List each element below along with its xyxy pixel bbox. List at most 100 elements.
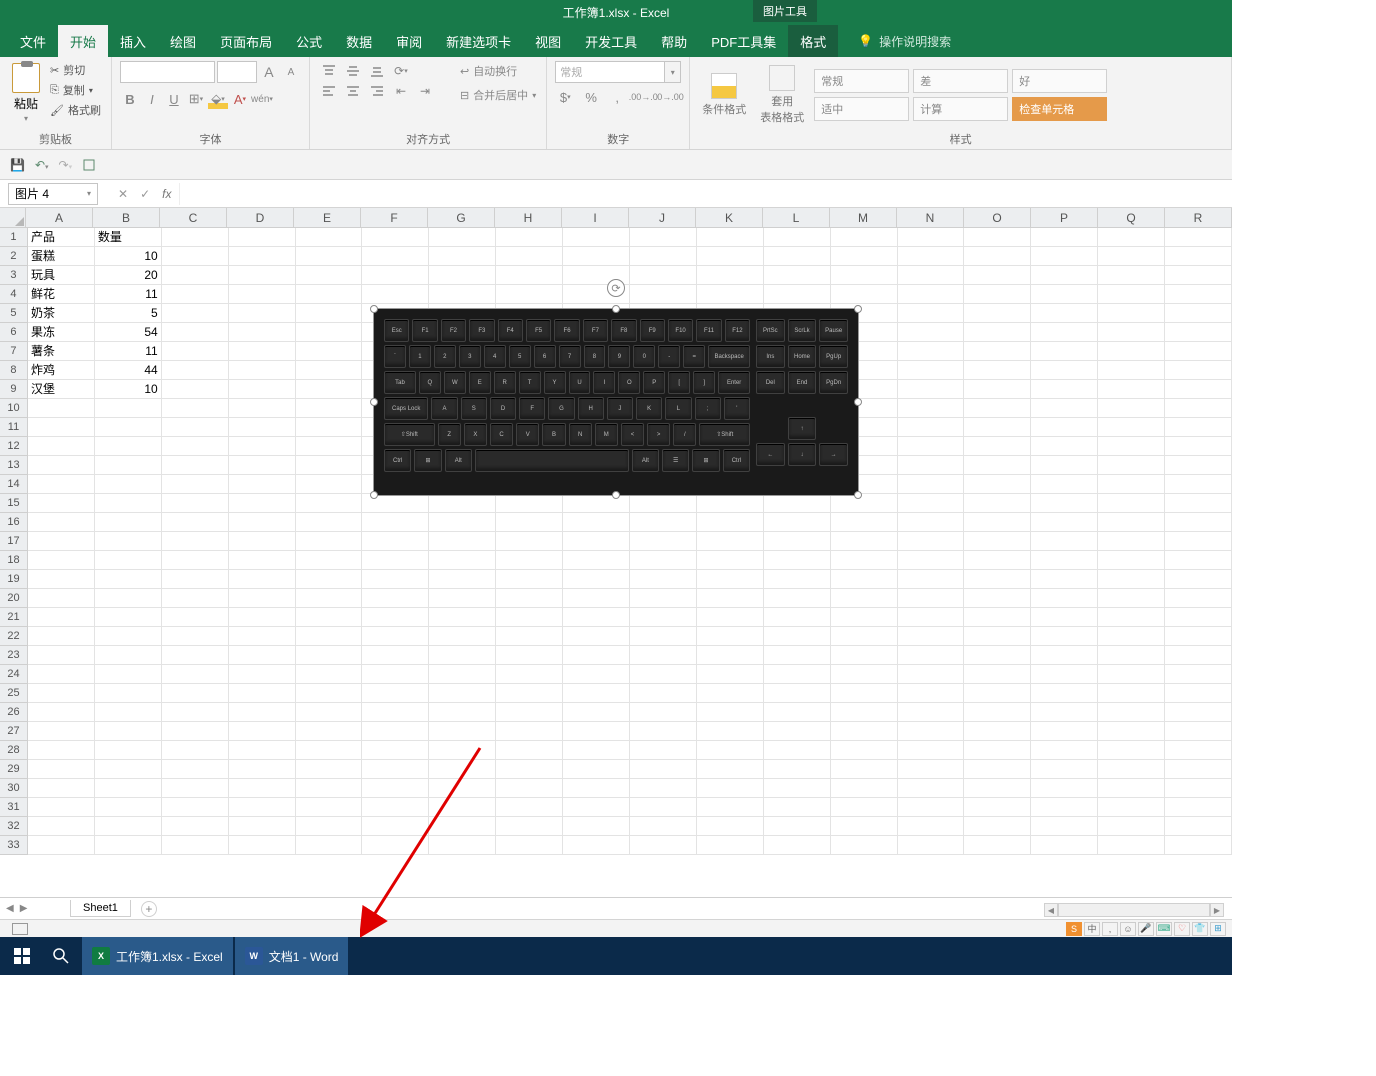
row-header[interactable]: 7 bbox=[0, 342, 28, 361]
cell[interactable] bbox=[1031, 494, 1098, 513]
grow-font-button[interactable]: A bbox=[259, 62, 279, 82]
chevron-down-icon[interactable]: ▾ bbox=[665, 61, 681, 83]
cell[interactable] bbox=[95, 684, 162, 703]
cell[interactable] bbox=[764, 551, 831, 570]
cell[interactable] bbox=[697, 247, 764, 266]
cell[interactable] bbox=[296, 665, 363, 684]
cell[interactable] bbox=[362, 247, 429, 266]
row-header[interactable]: 23 bbox=[0, 646, 28, 665]
cell[interactable] bbox=[898, 494, 965, 513]
cell[interactable] bbox=[697, 266, 764, 285]
cell[interactable] bbox=[1098, 304, 1165, 323]
cell[interactable] bbox=[162, 665, 229, 684]
cell[interactable] bbox=[563, 570, 630, 589]
cell[interactable]: 11 bbox=[95, 342, 162, 361]
cell[interactable] bbox=[563, 247, 630, 266]
cell[interactable] bbox=[162, 703, 229, 722]
cell[interactable] bbox=[964, 513, 1031, 532]
cell[interactable] bbox=[162, 684, 229, 703]
row-header[interactable]: 8 bbox=[0, 361, 28, 380]
cell[interactable] bbox=[296, 551, 363, 570]
italic-button[interactable]: I bbox=[142, 89, 162, 109]
cell[interactable] bbox=[95, 665, 162, 684]
cancel-formula-button[interactable]: ✕ bbox=[118, 187, 128, 201]
cell[interactable] bbox=[296, 798, 363, 817]
cell[interactable] bbox=[162, 285, 229, 304]
cell[interactable] bbox=[697, 285, 764, 304]
cell[interactable] bbox=[229, 380, 296, 399]
cell[interactable] bbox=[229, 228, 296, 247]
cell[interactable] bbox=[898, 760, 965, 779]
cell[interactable] bbox=[296, 285, 363, 304]
row-header[interactable]: 32 bbox=[0, 817, 28, 836]
cell[interactable] bbox=[1098, 475, 1165, 494]
cell[interactable]: 玩具 bbox=[28, 266, 95, 285]
row-header[interactable]: 18 bbox=[0, 551, 28, 570]
wrap-text-button[interactable]: ↩自动换行 bbox=[458, 61, 538, 81]
cell[interactable] bbox=[229, 532, 296, 551]
ribbon-tab-公式[interactable]: 公式 bbox=[284, 25, 334, 57]
row-header[interactable]: 33 bbox=[0, 836, 28, 855]
cell[interactable] bbox=[1031, 722, 1098, 741]
cell[interactable] bbox=[296, 418, 363, 437]
cell[interactable] bbox=[1098, 722, 1165, 741]
cell[interactable] bbox=[563, 646, 630, 665]
cell[interactable] bbox=[1165, 608, 1232, 627]
cell[interactable] bbox=[563, 551, 630, 570]
cell[interactable] bbox=[296, 703, 363, 722]
cell[interactable] bbox=[764, 665, 831, 684]
cell[interactable] bbox=[362, 684, 429, 703]
cell[interactable] bbox=[563, 741, 630, 760]
cell[interactable] bbox=[95, 418, 162, 437]
cell[interactable] bbox=[898, 608, 965, 627]
cell[interactable] bbox=[964, 684, 1031, 703]
redo-button[interactable]: ↷▾ bbox=[59, 158, 73, 172]
cell[interactable]: 10 bbox=[95, 247, 162, 266]
cell[interactable] bbox=[1031, 228, 1098, 247]
cell[interactable] bbox=[630, 684, 697, 703]
cell[interactable] bbox=[296, 532, 363, 551]
cell[interactable] bbox=[1165, 665, 1232, 684]
cell[interactable] bbox=[831, 779, 898, 798]
cell[interactable] bbox=[296, 494, 363, 513]
cell[interactable] bbox=[496, 817, 563, 836]
cell[interactable] bbox=[1031, 380, 1098, 399]
cell[interactable] bbox=[229, 779, 296, 798]
cell[interactable] bbox=[28, 532, 95, 551]
cell[interactable] bbox=[1165, 399, 1232, 418]
column-header[interactable]: G bbox=[428, 208, 495, 227]
cell[interactable]: 产品 bbox=[28, 228, 95, 247]
cell[interactable] bbox=[1031, 342, 1098, 361]
cell[interactable] bbox=[630, 513, 697, 532]
cell[interactable] bbox=[831, 532, 898, 551]
cell[interactable] bbox=[496, 722, 563, 741]
cell[interactable] bbox=[1165, 228, 1232, 247]
cell[interactable] bbox=[964, 551, 1031, 570]
shrink-font-button[interactable]: A bbox=[281, 62, 301, 82]
cell[interactable] bbox=[630, 722, 697, 741]
cell[interactable] bbox=[162, 646, 229, 665]
column-header[interactable]: P bbox=[1031, 208, 1098, 227]
cell[interactable] bbox=[831, 551, 898, 570]
cell[interactable] bbox=[296, 684, 363, 703]
cell[interactable] bbox=[764, 228, 831, 247]
ribbon-tab-页面布局[interactable]: 页面布局 bbox=[208, 25, 284, 57]
cell[interactable] bbox=[162, 551, 229, 570]
cell[interactable] bbox=[1031, 513, 1098, 532]
font-size-select[interactable] bbox=[217, 61, 257, 83]
cell[interactable] bbox=[831, 266, 898, 285]
cell[interactable] bbox=[764, 608, 831, 627]
scroll-right-icon[interactable]: ▶ bbox=[1210, 903, 1224, 917]
row-header[interactable]: 25 bbox=[0, 684, 28, 703]
cell[interactable] bbox=[296, 399, 363, 418]
bold-button[interactable]: B bbox=[120, 89, 140, 109]
column-header[interactable]: C bbox=[160, 208, 227, 227]
cell[interactable] bbox=[630, 589, 697, 608]
cell[interactable] bbox=[630, 646, 697, 665]
cell[interactable] bbox=[898, 836, 965, 855]
cell[interactable] bbox=[831, 817, 898, 836]
cell[interactable] bbox=[1098, 589, 1165, 608]
cell[interactable] bbox=[831, 665, 898, 684]
cell[interactable] bbox=[898, 570, 965, 589]
column-header[interactable]: M bbox=[830, 208, 897, 227]
